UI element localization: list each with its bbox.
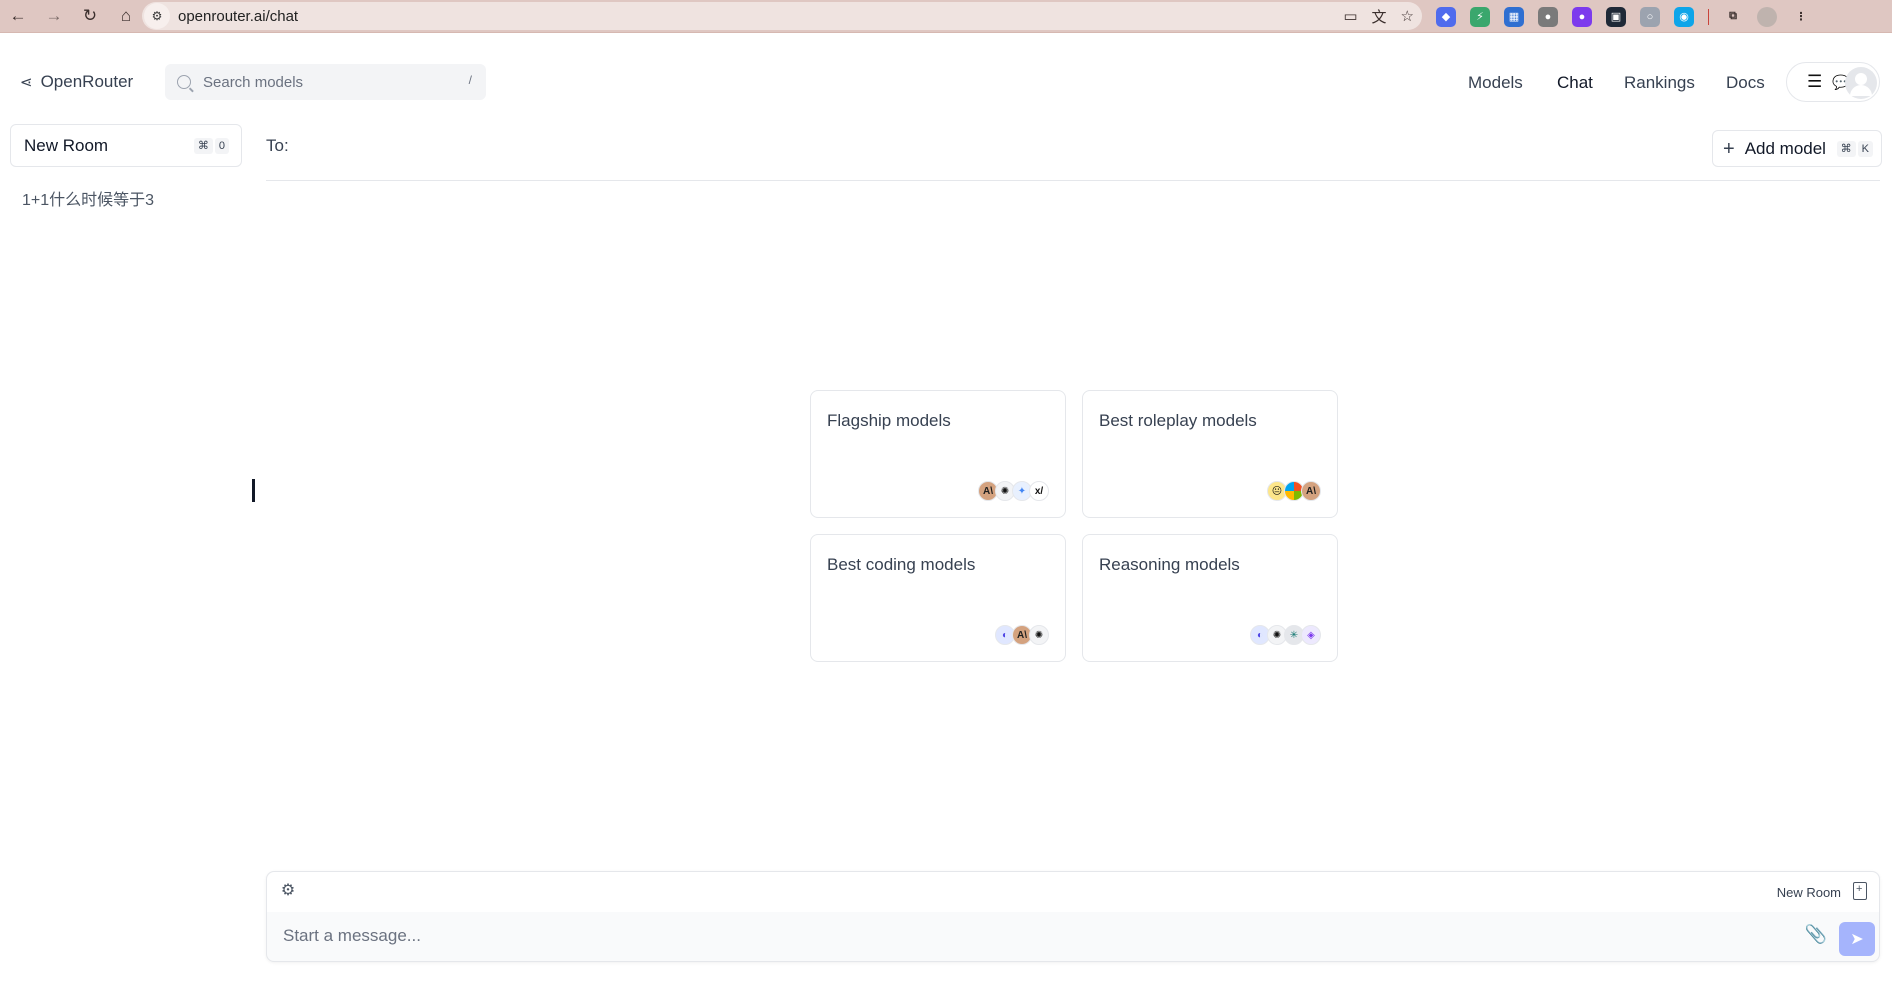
ext-purple-icon[interactable]: ●	[1572, 6, 1592, 27]
shortcut-key: K	[1857, 141, 1873, 157]
card-title: Best coding models	[827, 555, 976, 574]
message-composer: ⚙ New Room Start a message... 📎 ➤	[266, 871, 1880, 962]
composer-toolbar: ⚙ New Room	[267, 872, 1879, 912]
omnibox-actions: ▭ 文 ☆	[1343, 2, 1414, 30]
shortcut-key: ⌘	[193, 138, 213, 154]
reload-icon[interactable]: ↻	[72, 1, 108, 31]
add-model-shortcut: ⌘ K	[1836, 141, 1873, 157]
text-cursor	[252, 479, 255, 502]
browser-nav: ← → ↻ ⌂	[0, 1, 144, 31]
search-icon	[177, 75, 191, 89]
card-title: Flagship models	[827, 411, 951, 430]
home-icon[interactable]: ⌂	[108, 1, 144, 31]
ext-chat-icon[interactable]: ○	[1640, 6, 1660, 27]
brand-name: OpenRouter	[40, 72, 134, 91]
add-model-label: Add model	[1744, 138, 1826, 158]
browser-toolbar: ← → ↻ ⌂ ⚙ openrouter.ai/chat ▭ 文 ☆ ◆ ⚡ ▦ ● ●…	[0, 0, 1892, 33]
search-models-input[interactable]: Search models /	[165, 64, 486, 100]
card-title: Reasoning models	[1099, 555, 1240, 574]
new-room-shortcut: ⌘ 0	[193, 138, 229, 154]
card-best-roleplay-models[interactable]: Best roleplay models 😐 A\	[1082, 390, 1338, 518]
url-text[interactable]: openrouter.ai/chat	[178, 8, 298, 25]
to-label: To:	[266, 136, 289, 155]
nav-rankings[interactable]: Rankings	[1624, 73, 1695, 93]
nav-models[interactable]: Models	[1468, 73, 1523, 93]
ext-gray-icon[interactable]: ●	[1538, 6, 1558, 27]
new-room-label: New Room	[24, 135, 109, 155]
card-model-logos: ◐ A\ ✺	[995, 625, 1049, 645]
address-bar[interactable]: ⚙ openrouter.ai/chat ▭ 文 ☆	[142, 2, 1422, 30]
account-menu[interactable]: ☰ 💬	[1786, 62, 1880, 102]
room-list-item[interactable]: 1+1什么时候等于3	[22, 186, 154, 210]
ext-color-icon[interactable]: ◉	[1674, 6, 1694, 27]
nav-chat[interactable]: Chat	[1557, 73, 1593, 93]
gear-icon[interactable]: ⚙	[279, 882, 297, 900]
extensions-puzzle-icon[interactable]: ⧉	[1723, 7, 1743, 27]
ext-dark-icon[interactable]: ▣	[1606, 6, 1626, 27]
profile-icon[interactable]	[1757, 6, 1777, 27]
search-shortcut: /	[468, 73, 472, 87]
card-model-logos: 😐 A\	[1267, 481, 1321, 501]
card-model-logos: ◐ ✺ ✳ ◈	[1250, 625, 1321, 645]
bookmark-star-icon[interactable]: ☆	[1401, 7, 1414, 25]
message-input[interactable]: Start a message...	[283, 926, 421, 946]
card-reasoning-models[interactable]: Reasoning models ◐ ✺ ✳ ◈	[1082, 534, 1338, 662]
paperclip-icon[interactable]: 📎	[1805, 924, 1827, 945]
avatar[interactable]	[1845, 67, 1877, 99]
card-model-logos: A\ ✺ ✦ x/	[978, 481, 1049, 501]
model-logo-icon: ◈	[1301, 625, 1321, 645]
ext-grid-icon[interactable]: ▦	[1504, 6, 1524, 27]
divider	[266, 180, 1880, 181]
ext-blue-icon[interactable]: ◆	[1436, 6, 1456, 27]
more-menu-icon[interactable]: ⋮	[1791, 7, 1811, 27]
shortcut-key: 0	[214, 138, 229, 154]
brand-logo[interactable]: ⋖ OpenRouter	[20, 72, 133, 92]
card-flagship-models[interactable]: Flagship models A\ ✺ ✦ x/	[810, 390, 1066, 518]
composer-room-name: New Room	[1776, 885, 1841, 900]
search-placeholder: Search models	[203, 73, 304, 91]
new-room-button[interactable]: New Room ⌘ 0	[10, 124, 242, 167]
plus-icon: +	[1723, 137, 1735, 160]
ext-green-icon[interactable]: ⚡	[1470, 6, 1490, 27]
openrouter-logo-icon: ⋖	[20, 74, 33, 91]
add-model-button[interactable]: + Add model ⌘ K	[1712, 130, 1882, 167]
new-document-icon[interactable]	[1853, 882, 1867, 900]
translate-icon[interactable]: 文	[1372, 6, 1387, 27]
nav-docs[interactable]: Docs	[1726, 73, 1765, 93]
forward-icon[interactable]: →	[36, 1, 72, 31]
toolbar-separator	[1708, 8, 1709, 25]
model-logo-icon: ✺	[1029, 625, 1049, 645]
shortcut-key: ⌘	[1836, 141, 1856, 157]
hamburger-menu-icon[interactable]: ☰	[1807, 72, 1822, 92]
model-logo-icon: A\	[1301, 481, 1321, 501]
install-app-icon[interactable]: ▭	[1343, 7, 1357, 25]
card-title: Best roleplay models	[1099, 411, 1257, 430]
extensions-bar: ◆ ⚡ ▦ ● ● ▣ ○ ◉ ⧉ ⋮	[1436, 0, 1811, 33]
site-info-icon[interactable]: ⚙	[144, 3, 170, 29]
send-button[interactable]: ➤	[1839, 922, 1875, 956]
back-icon[interactable]: ←	[0, 1, 36, 31]
model-logo-icon: x/	[1029, 481, 1049, 501]
card-best-coding-models[interactable]: Best coding models ◐ A\ ✺	[810, 534, 1066, 662]
